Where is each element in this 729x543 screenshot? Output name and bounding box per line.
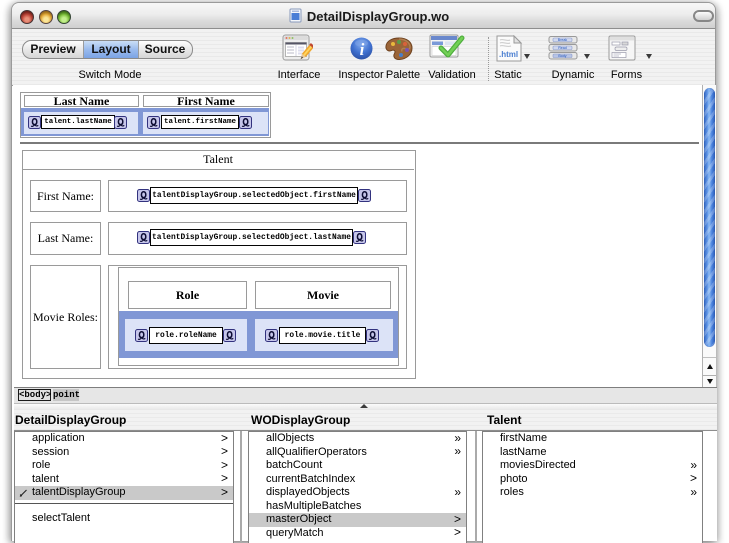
svg-text:Read: Read	[558, 46, 567, 50]
svg-text:Body: Body	[558, 54, 566, 58]
svg-text:Break: Break	[558, 38, 568, 42]
svg-text:i: i	[360, 40, 365, 59]
svg-text:.html: .html	[499, 50, 518, 59]
